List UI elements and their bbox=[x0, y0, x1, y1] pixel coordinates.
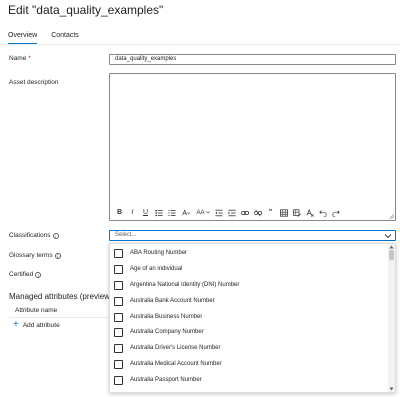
option-checkbox[interactable] bbox=[114, 264, 123, 274]
classification-option[interactable]: ABA Routing Number bbox=[114, 246, 187, 260]
certified-label-text: Certified bbox=[9, 271, 34, 278]
underline-glyph: U bbox=[142, 209, 149, 216]
outdent-button[interactable] bbox=[213, 207, 224, 218]
option-label: Australia Company Number bbox=[130, 329, 204, 335]
option-checkbox[interactable] bbox=[114, 248, 123, 258]
option-label: Australia Business Number bbox=[130, 314, 203, 320]
insert-link-button[interactable] bbox=[239, 207, 250, 218]
tabs-divider bbox=[0, 44, 400, 45]
description-label: Asset description bbox=[9, 79, 59, 86]
rich-text-toolbar: B I U AA " bbox=[114, 207, 341, 218]
outdent-icon bbox=[214, 209, 223, 216]
classifications-dropdown: ABA Routing Number Age of an individual … bbox=[109, 243, 396, 393]
italic-button[interactable]: I bbox=[127, 207, 138, 218]
page-title: Edit "data_quality_examples" bbox=[8, 3, 164, 17]
undo-icon bbox=[318, 209, 327, 217]
indent-icon bbox=[227, 209, 236, 216]
bullet-list-icon bbox=[154, 209, 163, 216]
option-label: Australia Bank Account Number bbox=[130, 298, 215, 304]
option-label: Australia Medical Account Number bbox=[130, 361, 222, 367]
add-icon: + bbox=[13, 319, 19, 330]
classification-option[interactable]: Australia Bank Account Number bbox=[114, 294, 215, 308]
option-label: Australia Passport Number bbox=[130, 377, 202, 383]
underline-button[interactable]: U bbox=[140, 207, 151, 218]
glossary-terms-label-text: Glossary terms bbox=[9, 252, 53, 259]
table-icon bbox=[279, 208, 288, 217]
name-field[interactable]: data_quality_examples bbox=[109, 54, 396, 65]
classification-option[interactable]: Argentina National Identity (DNI) Number bbox=[114, 278, 239, 292]
classification-option[interactable]: Australia Driver's License Number bbox=[114, 341, 221, 355]
chevron-down-icon bbox=[205, 211, 210, 214]
font-size-button[interactable]: AA bbox=[195, 207, 211, 218]
classifications-label-text: Classifications bbox=[9, 232, 51, 239]
bold-glyph: B bbox=[116, 209, 123, 216]
highlight-icon bbox=[182, 208, 190, 215]
option-checkbox[interactable] bbox=[114, 359, 123, 369]
redo-button[interactable] bbox=[330, 207, 341, 218]
remove-link-button[interactable] bbox=[252, 207, 263, 218]
required-asterisk: * bbox=[28, 55, 31, 62]
option-checkbox[interactable] bbox=[114, 327, 123, 337]
undo-button[interactable] bbox=[317, 207, 328, 218]
certified-label: Certified i bbox=[9, 271, 42, 278]
table-edit-icon bbox=[292, 208, 301, 217]
add-attribute-label: Add attribute bbox=[22, 321, 60, 329]
add-attribute-button[interactable]: + Add attribute bbox=[13, 319, 60, 330]
dropdown-scrollbar[interactable] bbox=[388, 244, 395, 392]
option-label: Australia Driver's License Number bbox=[130, 345, 221, 351]
numbered-list-icon bbox=[167, 209, 176, 216]
option-label: Age of an individual bbox=[130, 266, 183, 272]
name-label: Name * bbox=[9, 55, 31, 62]
attribute-name-header: Attribute name bbox=[15, 307, 58, 314]
option-checkbox[interactable] bbox=[114, 280, 123, 290]
numbered-list-button[interactable] bbox=[166, 207, 177, 218]
table-options-button[interactable] bbox=[291, 207, 302, 218]
indent-button[interactable] bbox=[226, 207, 237, 218]
classifications-combobox[interactable]: Select... bbox=[109, 230, 396, 241]
info-icon[interactable]: i bbox=[54, 252, 61, 259]
description-editor[interactable]: B I U AA " bbox=[109, 73, 396, 221]
italic-glyph: I bbox=[131, 209, 134, 216]
highlight-button[interactable] bbox=[179, 207, 193, 218]
insert-table-button[interactable] bbox=[278, 207, 289, 218]
scrollbar-thumb[interactable] bbox=[389, 250, 394, 260]
chevron-down-icon[interactable] bbox=[384, 232, 392, 240]
option-checkbox[interactable] bbox=[114, 312, 123, 322]
bullet-list-button[interactable] bbox=[153, 207, 164, 218]
clear-format-button[interactable] bbox=[304, 207, 315, 218]
info-icon[interactable]: i bbox=[35, 271, 42, 278]
option-checkbox[interactable] bbox=[114, 375, 123, 385]
classification-option[interactable]: Age of an individual bbox=[114, 262, 182, 276]
font-size-glyph: AA bbox=[196, 209, 205, 216]
quote-glyph: " bbox=[268, 209, 273, 216]
option-checkbox[interactable] bbox=[114, 296, 123, 306]
option-label: Argentina National Identity (DNI) Number bbox=[130, 282, 240, 288]
classifications-label: Classifications i bbox=[9, 232, 59, 239]
info-icon[interactable]: i bbox=[52, 232, 59, 239]
option-checkbox[interactable] bbox=[114, 343, 123, 353]
option-label: ABA Routing Number bbox=[130, 250, 188, 256]
glossary-terms-label: Glossary terms i bbox=[9, 252, 61, 259]
attribute-divider bbox=[9, 317, 109, 318]
classification-option[interactable]: Australia Business Number bbox=[114, 310, 202, 324]
bold-button[interactable]: B bbox=[114, 207, 125, 218]
redo-icon bbox=[331, 209, 340, 217]
classification-option[interactable]: Australia Passport Number bbox=[114, 373, 202, 387]
resize-handle-icon[interactable] bbox=[389, 214, 394, 219]
name-label-text: Name bbox=[9, 55, 27, 62]
classification-option[interactable]: Australia Company Number bbox=[114, 325, 204, 339]
unlink-icon bbox=[253, 209, 262, 216]
classifications-placeholder: Select... bbox=[115, 232, 137, 238]
scroll-up-icon[interactable] bbox=[389, 245, 394, 249]
classification-option[interactable]: Australia Medical Account Number bbox=[114, 357, 222, 371]
managed-attributes-heading: Managed attributes (preview) bbox=[9, 292, 113, 301]
quote-button[interactable]: " bbox=[265, 207, 276, 218]
link-icon bbox=[240, 210, 249, 215]
scroll-down-icon[interactable] bbox=[389, 387, 394, 391]
clear-format-icon bbox=[305, 208, 314, 217]
